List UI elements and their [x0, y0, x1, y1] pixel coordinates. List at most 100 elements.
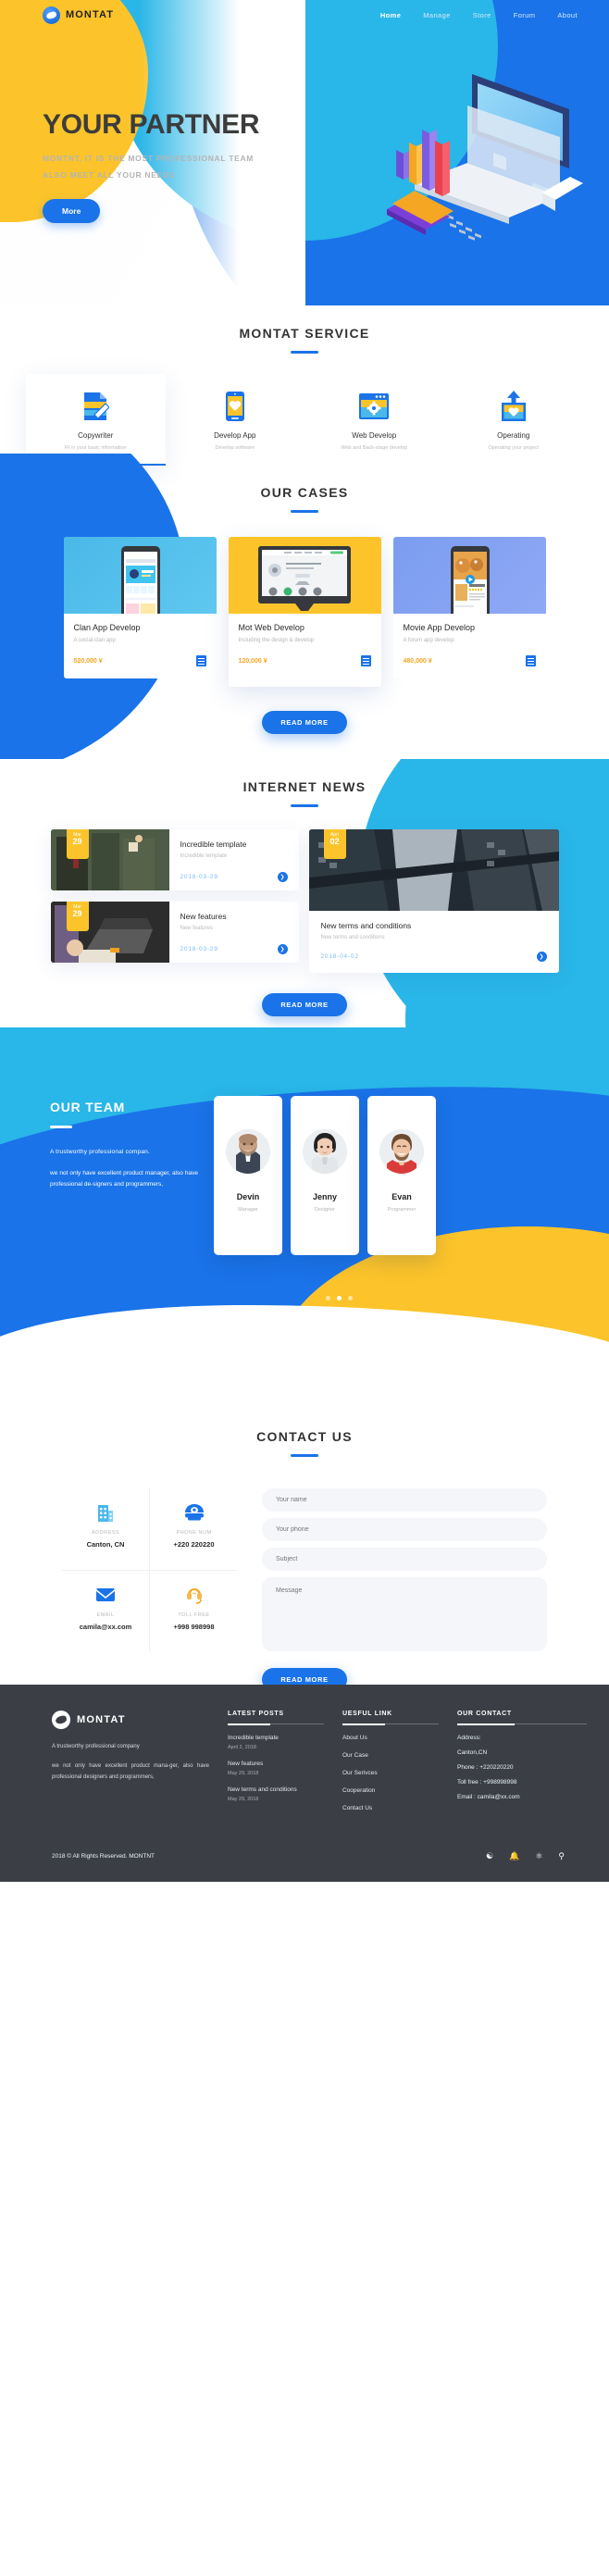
footer-link-cooperation[interactable]: Cooperation — [342, 1787, 439, 1794]
service-card-operating[interactable]: Operating Operating your project — [444, 374, 584, 466]
news-card-incredible-template[interactable]: Mar 29 Incredible template Incredible te… — [50, 829, 299, 890]
footer-post-title: New terms and conditions — [228, 1786, 297, 1793]
case-desc: A social-clan app — [73, 638, 116, 643]
avatar — [379, 1129, 424, 1174]
team-member-name: Evan — [392, 1192, 412, 1201]
news-tag-day: 02 — [329, 837, 340, 846]
news-date-tag: Apri 02 — [323, 829, 346, 859]
subject-input[interactable] — [262, 1548, 547, 1571]
news-title: Incredible template — [180, 840, 247, 849]
footer-contact-column: OUR CONTACT Address: Canton,CN Phone : +… — [457, 1711, 587, 1823]
brand-logo-group[interactable]: MONTAT — [43, 6, 114, 24]
nav-item-home[interactable]: Home — [380, 11, 401, 19]
news-card-body: Incredible template Incredible template … — [169, 829, 299, 890]
team-text-block: OUR TEAM A trustworthy professional comp… — [50, 1100, 207, 1255]
hero-subtitle: MONTNT, IT IS THE MOST PROFESSIONAL TEAM… — [43, 151, 259, 184]
news-card-body: New features New features 2018-03-29 ❯ — [169, 902, 299, 963]
chevron-right-icon[interactable]: ❯ — [536, 952, 547, 962]
team-card-evan[interactable]: Evan Programmer — [367, 1096, 436, 1255]
footer-post-title: Incredible template — [228, 1735, 279, 1741]
hero-illustration — [352, 65, 592, 241]
case-price: 480,000 ¥ — [403, 657, 432, 665]
team-card-jenny[interactable]: Jenny Designer — [291, 1096, 359, 1255]
document-icon[interactable] — [195, 655, 206, 666]
service-card-copywriter[interactable]: Copywriter Fil in your basic information — [26, 374, 166, 466]
cases-section-title: OUR CASES — [260, 485, 349, 500]
bell-icon[interactable]: 🔔 — [509, 1851, 519, 1861]
mobile-heart-icon — [169, 387, 302, 426]
case-thumbnail — [228, 537, 381, 614]
news-date-tag: Mar 29 — [66, 829, 89, 859]
message-textarea[interactable] — [262, 1577, 547, 1651]
document-icon[interactable] — [525, 655, 536, 666]
cases-read-more-button[interactable]: READ MORE — [262, 711, 347, 734]
case-body: Movie App Develop A forum app develop 48… — [393, 614, 546, 678]
footer-useful-links-column: UESFUL LINK About Us Our Case Our Serivc… — [342, 1711, 439, 1823]
service-desc: Develop software — [215, 445, 255, 451]
search-icon[interactable]: ⚲ — [558, 1851, 565, 1861]
nav-item-manage[interactable]: Manage — [423, 11, 451, 19]
service-section: MONTAT SERVICE Copywriter Fil in your ba… — [0, 305, 609, 466]
service-card-develop-app[interactable]: Develop App Develop software — [166, 374, 305, 466]
headset-icon — [154, 1584, 234, 1606]
service-card-web-develop[interactable]: Web Develop Web and Back-stage develop — [304, 374, 444, 466]
chevron-right-icon[interactable]: ❯ — [277, 872, 288, 882]
team-description: we not only have excellent product manag… — [50, 1170, 198, 1188]
footer-link-contact-us[interactable]: Contact Us — [342, 1805, 439, 1811]
service-name: Operating — [497, 431, 530, 440]
case-title: Mot Web Develop — [238, 623, 304, 632]
footer-link-our-services[interactable]: Our Serivces — [342, 1770, 439, 1776]
footer-post-item[interactable]: New features May 29, 2018 — [228, 1761, 324, 1776]
footer-post-date: May 29, 2018 — [228, 1797, 259, 1802]
hero-more-button[interactable]: More — [43, 198, 101, 223]
team-section-title: OUR TEAM — [50, 1100, 126, 1114]
document-icon[interactable] — [360, 655, 371, 666]
footer-latest-posts-column: LATEST POSTS Incredible template April 2… — [228, 1711, 324, 1823]
case-card-clan-app[interactable]: Clan App Develop A social-clan app 520,0… — [63, 537, 217, 678]
footer-post-date: April 2, 2018 — [228, 1745, 256, 1750]
nav-item-about[interactable]: About — [557, 11, 578, 19]
team-member-name: Devin — [236, 1192, 260, 1201]
case-title: Movie App Develop — [403, 623, 476, 632]
carousel-dot-1[interactable] — [325, 1296, 330, 1300]
case-card-movie-app[interactable]: Movie App Develop A forum app develop 48… — [392, 537, 546, 678]
news-read-more-button[interactable]: READ MORE — [262, 993, 347, 1016]
contact-form — [262, 1488, 547, 1651]
footer-link-our-case[interactable]: Our Case — [342, 1752, 439, 1759]
phone-input[interactable] — [262, 1518, 547, 1541]
envelope-icon — [66, 1584, 145, 1606]
contact-info-label: TOLL FREE — [178, 1612, 210, 1618]
news-card-new-features[interactable]: Mar 29 New features New features 2018-03… — [50, 902, 299, 963]
footer-description: we not only have excellent product mana-… — [52, 1763, 209, 1780]
name-input[interactable] — [262, 1488, 547, 1512]
service-name: Develop App — [214, 431, 256, 440]
team-card-devin[interactable]: Devin Manager — [214, 1096, 282, 1255]
wechat-icon[interactable]: ☯ — [486, 1851, 493, 1861]
news-title: New features — [180, 912, 227, 921]
chevron-right-icon[interactable]: ❯ — [277, 944, 288, 954]
case-footer: 480,000 ¥ — [404, 655, 536, 666]
nav-item-forum[interactable]: Forum — [514, 11, 536, 19]
case-card-mot-web[interactable]: Mot Web Develop Including the design & d… — [228, 537, 381, 687]
footer-column-heading: UESFUL LINK — [342, 1711, 392, 1717]
footer-link-about-us[interactable]: About Us — [342, 1735, 439, 1741]
upload-heart-icon — [448, 387, 580, 426]
service-section-title: MONTAT SERVICE — [239, 326, 370, 341]
carousel-dot-3[interactable] — [347, 1296, 353, 1300]
news-tag-day: 29 — [72, 909, 82, 918]
contact-info-value: Canton, CN — [86, 1540, 125, 1549]
nav-item-store[interactable]: Store — [473, 11, 491, 19]
top-navigation: MONTAT Home Manage Store Forum About — [0, 0, 609, 30]
team-tagline: A trustworthy professional compan. — [50, 1149, 150, 1155]
contact-info-address: ADDRESS Canton, CN — [62, 1488, 150, 1571]
nav-links: Home Manage Store Forum About — [380, 11, 578, 19]
news-desc: New terms and conditions — [320, 935, 385, 940]
carousel-dot-2[interactable] — [336, 1296, 342, 1300]
news-card-new-terms[interactable]: Apri 02 New terms and conditions New ter… — [308, 829, 559, 973]
weibo-icon[interactable]: ⚛ — [535, 1851, 542, 1861]
footer-post-item[interactable]: New terms and conditions May 29, 2018 — [228, 1786, 324, 1802]
contact-info-value: +998 998998 — [173, 1622, 215, 1631]
footer-social-links: ☯ 🔔 ⚛ ⚲ — [486, 1851, 565, 1861]
footer-post-item[interactable]: Incredible template April 2, 2018 — [228, 1735, 324, 1750]
service-title-rule — [291, 351, 318, 354]
